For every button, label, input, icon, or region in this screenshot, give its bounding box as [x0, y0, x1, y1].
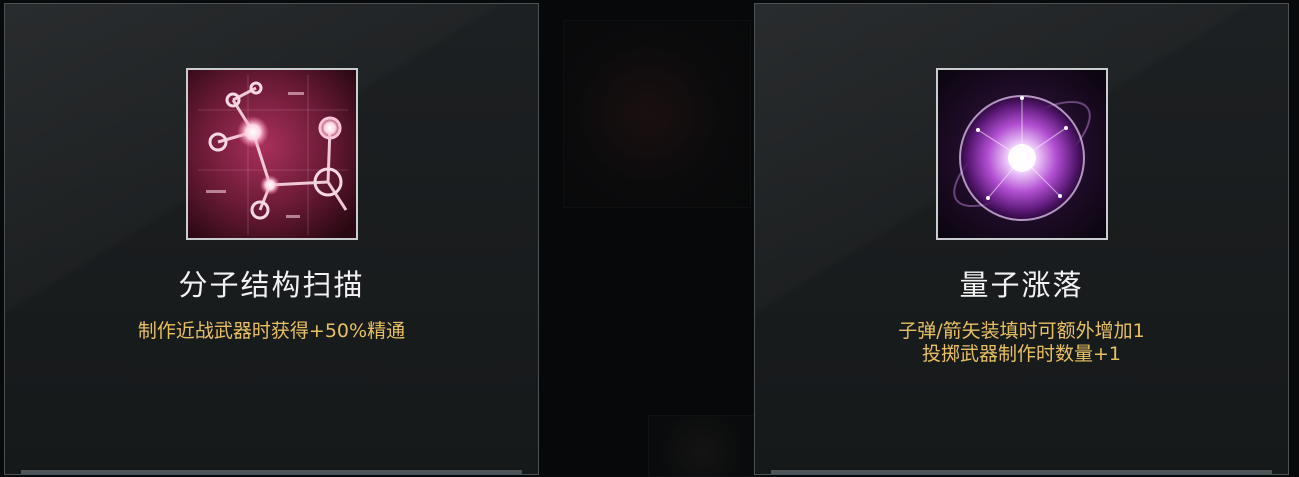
- quantum-orb-icon: [937, 70, 1106, 238]
- perk-card-quantum-fluctuation[interactable]: 量子涨落 子弹/箭矢装填时可额外增加1 投掷武器制作时数量+1: [754, 3, 1289, 475]
- perk-title: 量子涨落: [959, 268, 1084, 302]
- perk-title: 分子结构扫描: [178, 268, 365, 302]
- perk-description-line: 制作近战武器时获得+50%精通: [137, 320, 406, 342]
- perk-description-line: 投掷武器制作时数量+1: [921, 343, 1121, 365]
- perk-description-line: 子弹/箭矢装填时可额外增加1: [898, 320, 1145, 342]
- perk-icon-frame: [935, 68, 1108, 240]
- perk-description: 子弹/箭矢装填时可额外增加1 投掷武器制作时数量+1: [755, 320, 1288, 366]
- molecule-icon: [187, 70, 356, 238]
- background-faded-card-art: [563, 20, 751, 208]
- perk-icon-frame: [185, 68, 358, 240]
- perk-card-molecular-scan[interactable]: 分子结构扫描 制作近战武器时获得+50%精通: [4, 3, 539, 475]
- background-faded-icon: [648, 415, 756, 477]
- perk-description: 制作近战武器时获得+50%精通: [5, 320, 538, 343]
